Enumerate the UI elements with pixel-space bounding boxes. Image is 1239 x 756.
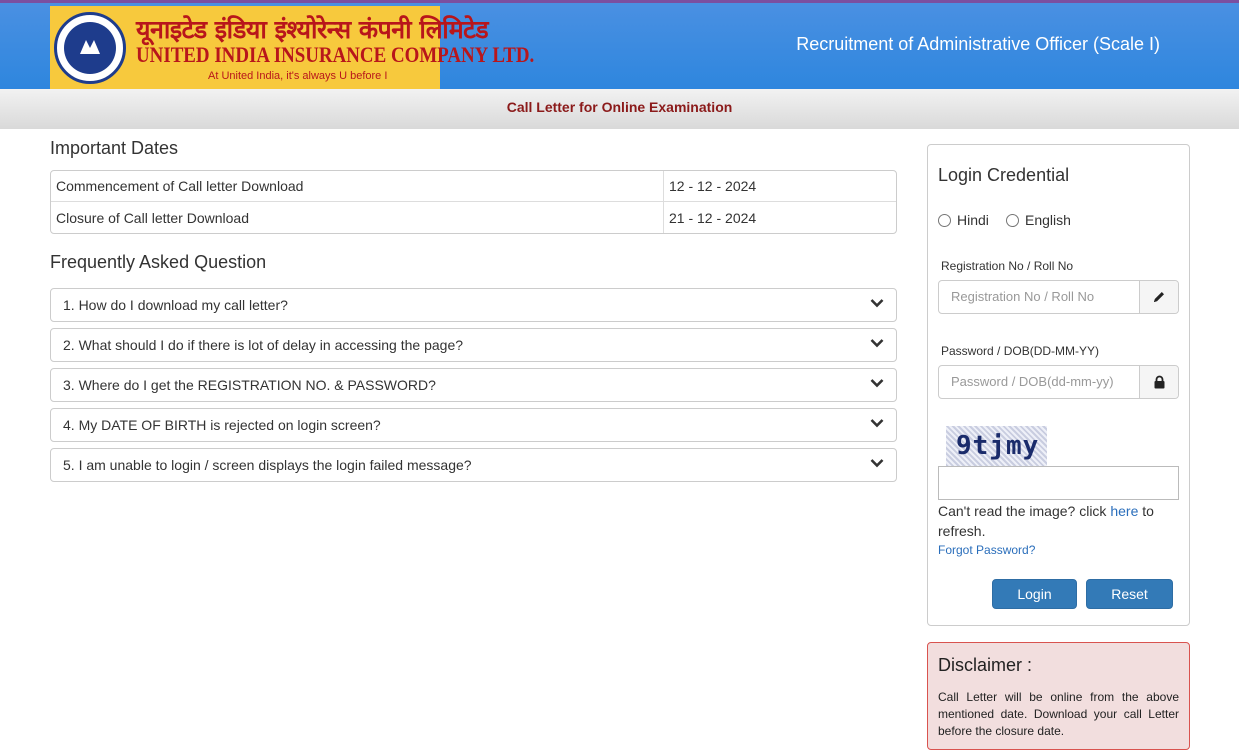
chevron-down-icon: [870, 299, 884, 308]
captcha-input[interactable]: [938, 466, 1179, 500]
login-panel: Login Credential Hindi English Registrat…: [927, 144, 1190, 626]
reset-button[interactable]: Reset: [1086, 579, 1173, 609]
date-label: Closure of Call letter Download: [56, 209, 249, 226]
radio-label: Hindi: [957, 212, 989, 228]
captcha-refresh-text: Can't read the image? click here to refr…: [938, 503, 1154, 539]
faq-item[interactable]: 4. My DATE OF BIRTH is rejected on login…: [50, 408, 897, 442]
captcha-refresh-link[interactable]: here: [1110, 503, 1138, 519]
radio-label: English: [1025, 212, 1071, 228]
faq-question: 4. My DATE OF BIRTH is rejected on login…: [63, 417, 381, 433]
table-row: Commencement of Call letter Download 12 …: [51, 171, 896, 202]
page-title: Recruitment of Administrative Officer (S…: [796, 34, 1160, 54]
chevron-down-icon: [870, 339, 884, 348]
important-dates-table: Commencement of Call letter Download 12 …: [50, 170, 897, 234]
disclaimer-text: Call Letter will be online from the abov…: [938, 690, 1179, 738]
sub-header-bar: Call Letter for Online Examination: [0, 89, 1239, 129]
forgot-password-link[interactable]: Forgot Password?: [938, 543, 1035, 557]
logo-english-text: UNITED INDIA INSURANCE COMPANY LTD.: [136, 42, 535, 67]
password-label: Password / DOB(DD-MM-YY): [941, 344, 1100, 358]
chevron-down-icon: [870, 419, 884, 428]
radio-english[interactable]: English: [1006, 212, 1071, 228]
company-logo: यूनाइटेड इंडिया इंश्योरेन्स कंपनी लिमिटे…: [50, 6, 534, 92]
faq-question: 2. What should I do if there is lot of d…: [63, 337, 464, 353]
radio-circle[interactable]: [938, 213, 951, 227]
login-title: Login Credential: [938, 165, 1070, 185]
password-field[interactable]: Password / DOB(dd-mm-yy): [938, 365, 1179, 399]
disclaimer-title: Disclaimer :: [938, 655, 1033, 675]
faq-item[interactable]: 1. How do I download my call letter?: [50, 288, 897, 322]
login-button[interactable]: Login: [992, 579, 1077, 609]
radio-circle[interactable]: [1006, 213, 1019, 227]
faq-title: Frequently Asked Question: [50, 252, 267, 272]
faq-item[interactable]: 2. What should I do if there is lot of d…: [50, 328, 897, 362]
table-row: Closure of Call letter Download 21 - 12 …: [51, 202, 896, 233]
important-dates-title: Important Dates: [50, 138, 179, 158]
date-value: 12 - 12 - 2024: [663, 171, 896, 202]
faq-item[interactable]: 3. Where do I get the REGISTRATION NO. &…: [50, 368, 897, 402]
faq-item[interactable]: 5. I am unable to login / screen display…: [50, 448, 897, 482]
registration-input[interactable]: Registration No / Roll No: [939, 281, 1139, 313]
faq-question: 3. Where do I get the REGISTRATION NO. &…: [63, 377, 436, 393]
registration-field[interactable]: Registration No / Roll No: [938, 280, 1179, 314]
pencil-icon: [1139, 281, 1178, 313]
page-header: यूनाइटेड इंडिया इंश्योरेन्स कंपनी लिमिटे…: [0, 0, 1239, 92]
disclaimer-panel: Disclaimer : Call Letter will be online …: [927, 642, 1190, 750]
date-value: 21 - 12 - 2024: [663, 202, 896, 233]
umbrella-icon: [80, 40, 100, 54]
lock-icon: [1139, 366, 1178, 398]
chevron-down-icon: [870, 379, 884, 388]
logo-emblem: [54, 12, 126, 84]
password-input[interactable]: Password / DOB(dd-mm-yy): [939, 366, 1139, 398]
radio-hindi[interactable]: Hindi: [938, 212, 989, 228]
date-label: Commencement of Call letter Download: [51, 171, 663, 202]
subheader-text: Call Letter for Online Examination: [506, 99, 733, 115]
logo-tagline: At United India, it's always U before I: [208, 70, 388, 82]
registration-label: Registration No / Roll No: [941, 259, 1074, 273]
faq-question: 1. How do I download my call letter?: [63, 297, 288, 313]
faq-question: 5. I am unable to login / screen display…: [63, 457, 472, 473]
logo-hindi-text: यूनाइटेड इंडिया इंश्योरेन्स कंपनी लिमिटे…: [136, 15, 489, 44]
captcha-image: 9tjmy: [946, 426, 1047, 466]
chevron-down-icon: [870, 459, 884, 468]
